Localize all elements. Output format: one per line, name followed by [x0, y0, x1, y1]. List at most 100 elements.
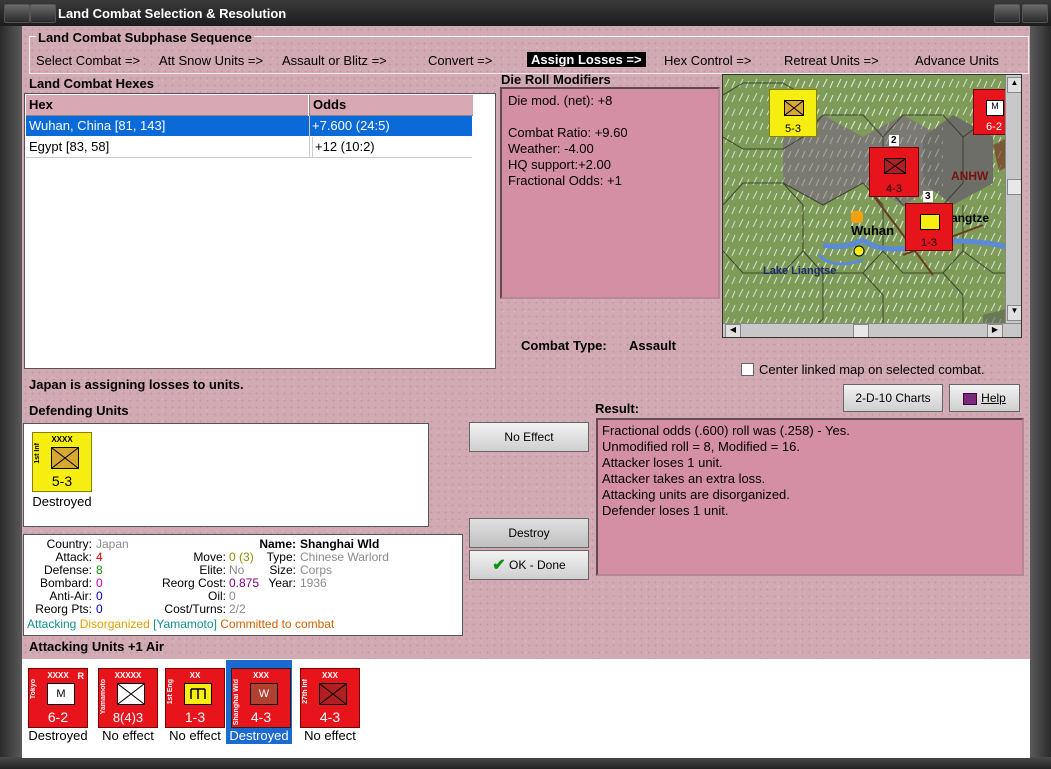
infantry-symbol — [884, 158, 906, 174]
status-message: Japan is assigning losses to units. — [29, 377, 244, 392]
attacking-unit-status: Destroyed — [28, 728, 88, 743]
die-roll-line: Weather: -4.00 — [508, 141, 594, 156]
hscroll-thumb[interactable] — [853, 324, 869, 337]
hq-symbol-icon — [117, 683, 145, 705]
ok-done-button[interactable]: ✔ OK - Done — [469, 550, 589, 580]
unit-status-footer: Attacking Disorganized [Yamamoto] Commit… — [27, 617, 335, 631]
map-counter-value: 1-3 — [921, 237, 937, 249]
column-divider — [309, 116, 310, 158]
engineer-symbol — [920, 214, 940, 230]
seq-step-assign-losses: Assign Losses => — [527, 52, 646, 67]
hex-map[interactable]: Wuhan Lake Liangtse angtze ANHW 5-3 4-3 … — [722, 74, 1022, 338]
unit-size: XXX — [321, 671, 338, 680]
infantry-cross — [784, 100, 804, 116]
result-line: Fractional odds (.600) roll was (.258) -… — [602, 423, 850, 438]
hq-cross — [117, 683, 145, 705]
map-hscrollbar[interactable]: ◀ ▶ — [723, 323, 1021, 337]
defending-unit-status: Destroyed — [32, 494, 92, 509]
result-box: Fractional odds (.600) roll was (.258) -… — [596, 418, 1024, 576]
engineer-glyph — [190, 688, 206, 699]
maximize-button[interactable] — [994, 4, 1020, 23]
window-frame-bottom — [0, 757, 1051, 769]
attacking-unit-status: No effect — [304, 728, 356, 743]
hexes-label: Land Combat Hexes — [29, 76, 154, 91]
infantry-symbol — [784, 100, 804, 116]
attacking-unit-counter-selected[interactable]: XXX Shanghai Wld W 4-3 — [231, 668, 291, 728]
vscroll-thumb[interactable] — [1007, 179, 1021, 195]
die-roll-line: Combat Ratio: +9.60 — [508, 125, 628, 140]
result-line: Attacker takes an extra loss. — [602, 471, 766, 486]
map-label-city: Wuhan — [851, 223, 895, 238]
defending-units-panel: XXXX 1st Inf 5-3 Destroyed — [23, 423, 429, 527]
defending-label: Defending Units — [29, 403, 129, 418]
no-effect-button[interactable]: No Effect — [469, 422, 589, 452]
infantry-cross — [884, 158, 906, 174]
unit-name: 1st Eng — [167, 679, 174, 705]
window-title: Land Combat Selection & Resolution — [58, 6, 287, 21]
unit-size: XXXXX — [114, 671, 142, 680]
hexes-table: Hex Odds Wuhan, China [81, 143] +7.600 (… — [24, 93, 496, 369]
scroll-left-arrow-icon[interactable]: ◀ — [725, 324, 741, 337]
die-roll-line: HQ support:+2.00 — [508, 157, 611, 172]
map-counter-1st-inf[interactable]: 5-3 — [769, 89, 817, 137]
table-row[interactable]: Wuhan, China [81, 143] +7.600 (24:5) — [26, 116, 472, 136]
reorg-pts-label: Reorg Pts: — [35, 602, 92, 616]
unit-name: 27th Inf — [302, 679, 309, 704]
unit-value: 5-3 — [51, 473, 73, 489]
map-counter-attack-stack[interactable]: 4-3 — [869, 147, 919, 197]
seq-step-advance: Advance Units — [915, 53, 999, 68]
map-counter-value: 4-3 — [886, 183, 902, 195]
scroll-up-arrow-icon[interactable]: ▲ — [1007, 77, 1021, 93]
combat-marker-icon — [851, 211, 863, 223]
close-button[interactable] — [1022, 4, 1048, 23]
result-line: Unmodified roll = 8, Modified = 16. — [602, 439, 800, 454]
attacking-unit-counter[interactable]: XXX 27th Inf 4-3 — [300, 668, 360, 728]
table-row[interactable]: Egypt [83, 58] +12 (10:2) — [26, 137, 472, 158]
engineer-symbol-icon — [184, 683, 212, 705]
cost-turns-value: 2/2 — [229, 602, 246, 616]
unit-name: Tokyo — [30, 679, 37, 700]
attacking-units-panel: XXXX R Tokyo M 6-2 Destroyed XXXXX Yamam… — [22, 659, 1030, 758]
window-frame-left — [0, 26, 22, 769]
map-counter-value: 5-3 — [785, 123, 801, 135]
scroll-down-arrow-icon[interactable]: ▼ — [1007, 305, 1021, 321]
ok-done-label: OK - Done — [509, 558, 566, 572]
infantry-symbol-icon — [51, 447, 79, 469]
hq-symbol: M — [986, 100, 1004, 116]
help-label: Help — [981, 391, 1006, 405]
unit-info-panel: Country: Japan Attack: 4 Defense: 8 Bomb… — [23, 534, 463, 636]
map-label-river: angtze — [951, 211, 990, 225]
minimize-button[interactable] — [30, 4, 56, 23]
unit-name: 1st Inf — [34, 443, 41, 464]
unit-size: XX — [189, 671, 201, 680]
unit-size: XXX — [252, 671, 269, 680]
defending-unit-counter[interactable]: XXXX 1st Inf 5-3 — [32, 432, 92, 492]
unit-value: 6-2 — [47, 709, 69, 725]
hq-symbol-icon: M — [47, 683, 75, 705]
seq-step-retreat: Retreat Units => — [784, 53, 879, 68]
map-counter-eng[interactable]: 1-3 — [905, 203, 953, 251]
scroll-right-arrow-icon[interactable]: ▶ — [987, 324, 1003, 337]
attacking-unit-counter[interactable]: XXXXX Yamamoto 8(4)3 — [98, 668, 158, 728]
destroy-button[interactable]: Destroy — [469, 518, 589, 548]
unit-value: 4-3 — [319, 709, 341, 725]
year-value: 1936 — [300, 576, 327, 590]
center-map-checkbox[interactable] — [741, 363, 754, 376]
attacking-unit-counter[interactable]: XX 1st Eng 1-3 — [165, 668, 225, 728]
col-header-odds[interactable]: Odds — [309, 95, 473, 116]
unit-size: XXXX — [51, 435, 73, 444]
title-bar[interactable]: Land Combat Selection & Resolution — [0, 0, 1051, 26]
charts-button[interactable]: 2-D-10 Charts — [843, 384, 943, 412]
map-vscrollbar[interactable]: ▲ ▼ — [1005, 75, 1021, 323]
window-frame-right — [1030, 26, 1051, 769]
unit-value: 8(4)3 — [112, 710, 144, 725]
attacking-unit-status: No effect — [102, 728, 154, 743]
die-roll-line: Fractional Odds: +1 — [508, 173, 622, 188]
col-header-hex[interactable]: Hex — [26, 95, 308, 116]
check-icon: ✔ — [492, 556, 506, 574]
infantry-cross — [51, 447, 79, 469]
sequence-title: Land Combat Subphase Sequence — [36, 30, 254, 45]
attacking-unit-counter[interactable]: XXXX R Tokyo M 6-2 — [28, 668, 88, 728]
system-menu-button[interactable] — [4, 4, 30, 23]
help-button[interactable]: Help — [949, 384, 1020, 412]
